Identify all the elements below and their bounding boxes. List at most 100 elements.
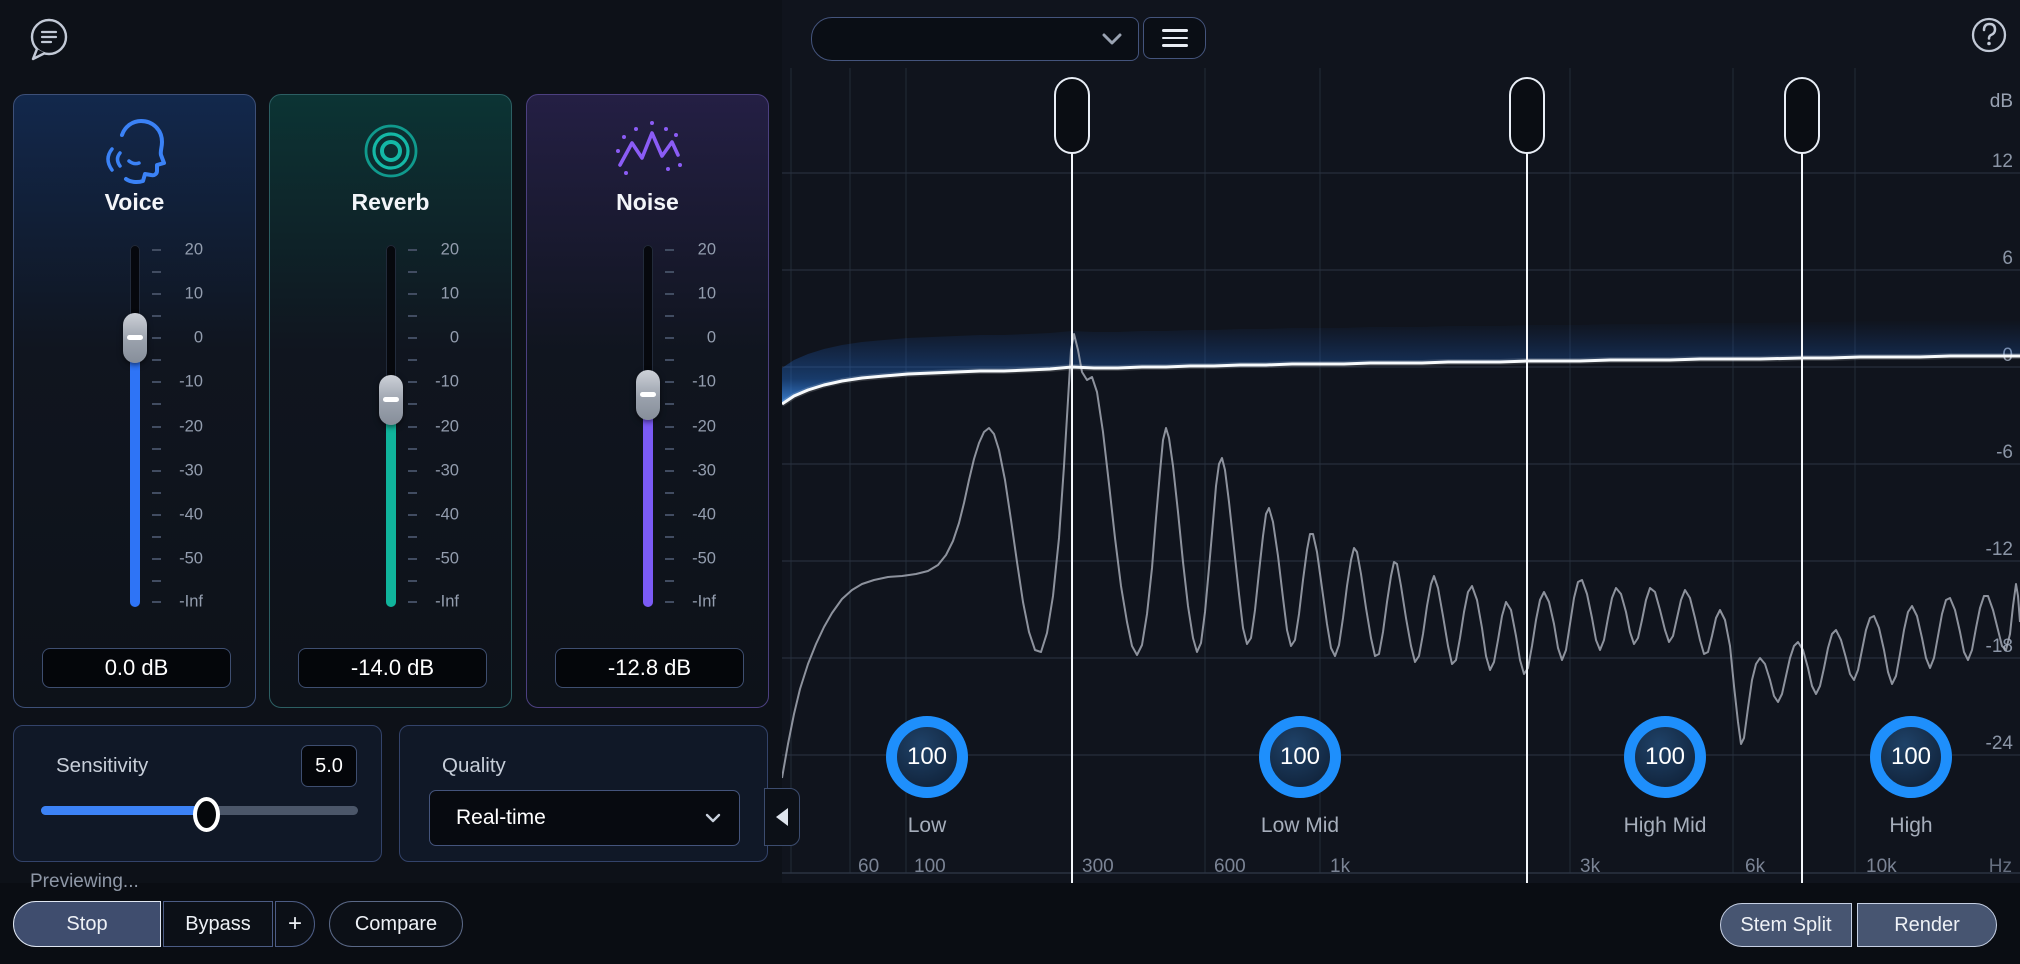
frequency-tick-label: 6k	[1745, 856, 1766, 877]
quality-dropdown-value: Real-time	[456, 806, 546, 829]
fader-tick	[407, 403, 417, 406]
fader-tick	[664, 558, 674, 561]
chevron-down-icon	[705, 813, 721, 823]
fader-tick-label: 0	[449, 328, 459, 347]
fader-tick-label: -40	[179, 505, 203, 524]
stop-button[interactable]: Stop	[13, 901, 161, 947]
reverb-gain-value[interactable]: -14.0 dB	[298, 648, 487, 688]
band-knob-low-mid[interactable]: 100	[1259, 716, 1341, 798]
fader-tick-label: -30	[179, 461, 203, 480]
band-divider-handle[interactable]	[1784, 77, 1820, 154]
sensitivity-value[interactable]: 5.0	[301, 745, 357, 787]
db-tick-label: -12	[1986, 539, 2013, 560]
band-label: Low	[907, 814, 947, 837]
fader-tick	[407, 292, 417, 295]
band-divider-handle[interactable]	[1054, 77, 1090, 154]
noise-fader-handle[interactable]	[635, 369, 660, 420]
concentric-circles-icon	[364, 124, 417, 178]
band-divider-handle[interactable]	[1509, 77, 1545, 154]
input-spectrum-curve	[782, 333, 2020, 779]
voice-gain-value[interactable]: 0.0 dB	[42, 648, 231, 688]
fader-tick-label: -20	[179, 417, 203, 435]
status-text: Previewing...	[30, 871, 139, 892]
quality-panel: Quality Real-time	[399, 725, 768, 862]
noise-wave-icon	[615, 121, 682, 175]
fader-tick	[407, 601, 417, 603]
fader-tick	[407, 359, 417, 362]
db-tick-label: 12	[1992, 151, 2013, 172]
sensitivity-slider-knob[interactable]	[193, 797, 221, 832]
render-button[interactable]: Render	[1857, 903, 1997, 947]
fader-tick-label: 10	[184, 284, 203, 303]
fader-tick	[151, 270, 161, 273]
fader-tick	[151, 381, 161, 384]
band-spectrum-plot: 1260-6-12-18-24dB601003006001k3k6k10kHz	[782, 68, 2020, 883]
fader-tick-label: -Inf	[179, 592, 203, 611]
fader-tick	[407, 314, 417, 317]
fader-tick	[407, 536, 417, 539]
fader-tick-label: -50	[179, 549, 203, 568]
fader-tick-label: 0	[706, 328, 716, 347]
fader-tick	[151, 491, 161, 494]
plugin-window: 1260-6-12-18-24dB601003006001k3k6k10kHz …	[0, 0, 2020, 964]
quality-label: Quality	[442, 754, 506, 777]
reverb-fader-fill	[385, 399, 396, 607]
fader-tick-label: 10	[697, 284, 716, 303]
band-label: High Mid	[1623, 814, 1707, 837]
fader-tick	[407, 381, 417, 384]
fader-tick	[151, 601, 161, 603]
fader-tick-label: 10	[440, 284, 459, 303]
band-knob-low[interactable]: 100	[886, 716, 968, 798]
frequency-tick-label: 600	[1214, 856, 1246, 877]
fader-tick	[664, 337, 674, 339]
fader-tick-label: 20	[184, 240, 203, 258]
sensitivity-panel: Sensitivity 5.0	[13, 725, 382, 862]
sensitivity-slider[interactable]	[41, 797, 358, 832]
fader-tick	[151, 337, 161, 339]
frequency-axis-unit: Hz	[1989, 856, 2012, 877]
fader-tick	[407, 491, 417, 494]
fader-tick	[407, 580, 417, 583]
band-knob-high[interactable]: 100	[1870, 716, 1952, 798]
fader-tick-label: 20	[697, 240, 716, 258]
frequency-tick-label: 100	[914, 856, 946, 877]
quality-dropdown[interactable]: Real-time	[429, 790, 740, 846]
panel-collapse-tab[interactable]	[764, 788, 800, 846]
stem-split-button[interactable]: Stem Split	[1720, 903, 1852, 947]
fader-tick-label: -Inf	[692, 592, 716, 611]
chevron-down-icon	[1102, 33, 1122, 45]
feedback-button[interactable]	[18, 12, 68, 64]
frequency-tick-label: 60	[858, 856, 879, 877]
fader-tick	[407, 248, 417, 251]
fader-tick	[151, 359, 161, 362]
speaking-head-icon	[105, 119, 166, 185]
reverb-fader-handle[interactable]	[378, 374, 403, 425]
band-knob-high-mid[interactable]: 100	[1624, 716, 1706, 798]
fader-tick	[664, 359, 674, 362]
fader-tick	[664, 601, 674, 603]
stem-title-voice: Voice	[104, 189, 165, 215]
preset-menu-button[interactable]	[1143, 17, 1206, 59]
help-button[interactable]	[1959, 10, 2007, 58]
preset-dropdown[interactable]	[811, 17, 1139, 61]
voice-fader-handle[interactable]	[122, 313, 147, 363]
fader-tick-label: -Inf	[435, 592, 459, 611]
noise-gain-value[interactable]: -12.8 dB	[555, 648, 744, 688]
band-label: High	[1889, 814, 1933, 837]
fader-tick	[664, 536, 674, 539]
fader-tick-label: -10	[179, 372, 203, 391]
stem-panel-noise: Noise 20 10 0 -10 -20 -30 -40 -50 -Inf -12.8 dB	[526, 94, 769, 708]
voice-fader-fill	[129, 338, 140, 607]
stem-title-reverb: Reverb	[351, 189, 430, 215]
fader-tick-label: -10	[692, 372, 716, 391]
bypass-button[interactable]: Bypass	[163, 901, 273, 947]
fader-tick	[664, 491, 674, 494]
fader-tick	[664, 314, 674, 317]
fader-tick-label: -20	[435, 417, 459, 435]
fader-tick-label: -40	[435, 505, 459, 524]
sensitivity-label: Sensitivity	[56, 754, 149, 777]
fader-tick	[664, 270, 674, 273]
fader-tick	[407, 270, 417, 273]
fader-tick	[151, 536, 161, 539]
compare-button[interactable]: Compare	[329, 901, 463, 947]
